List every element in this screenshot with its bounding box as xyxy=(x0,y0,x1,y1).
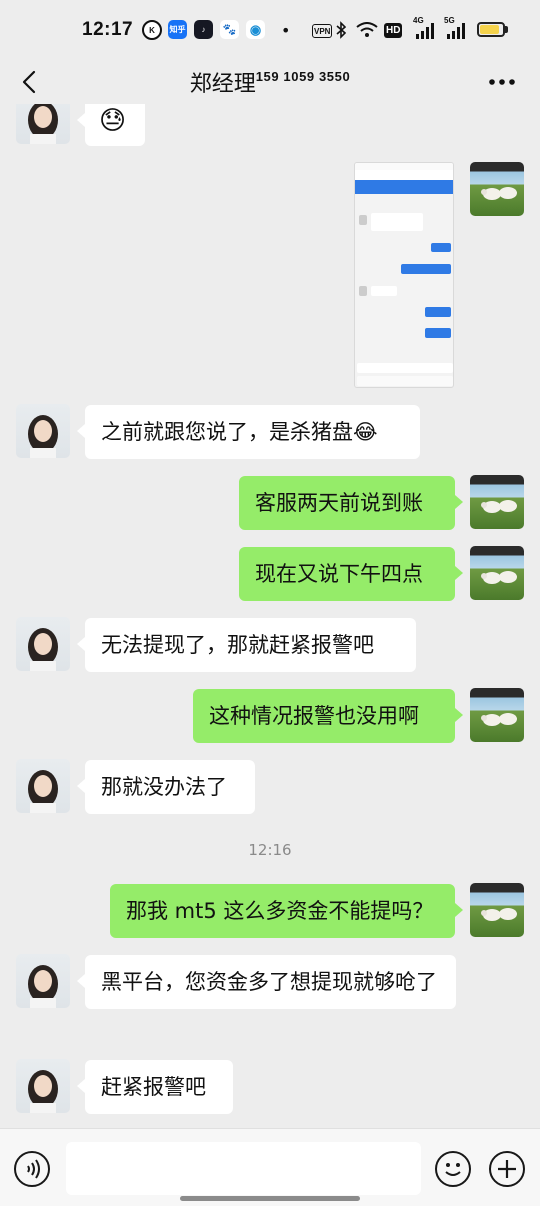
k-app-icon: K xyxy=(142,20,162,40)
wifi-icon xyxy=(356,20,378,40)
shot-avatar xyxy=(359,215,367,225)
avatar-woman-icon xyxy=(28,965,58,1008)
hd-icon: HD xyxy=(384,23,403,38)
avatar-sheep-icon xyxy=(481,571,517,584)
signal-5g-icon: 5G xyxy=(444,16,468,40)
shot-msg xyxy=(401,264,451,274)
chat-title-name: 郑经理 xyxy=(189,72,256,97)
home-indicator[interactable] xyxy=(180,1196,360,1201)
message-bubble-in[interactable]: 赶紧报警吧 xyxy=(77,1060,233,1114)
baidu-icon: 🐾 xyxy=(220,20,239,39)
shot-input xyxy=(357,363,453,373)
message-bubble-in[interactable]: 之前就跟您说了，是杀猪盘😂 xyxy=(77,405,420,459)
voice-button[interactable] xyxy=(14,1151,50,1187)
avatar-woman-icon xyxy=(28,415,58,458)
avatar-sheep-icon xyxy=(481,908,517,921)
avatar-contact[interactable] xyxy=(16,1059,70,1113)
avatar-contact[interactable] xyxy=(16,404,70,458)
avatar-self[interactable] xyxy=(470,546,524,600)
vpn-icon: VPN xyxy=(312,24,333,38)
battery-icon xyxy=(477,22,505,37)
shot-status xyxy=(355,163,453,170)
avatar-woman-icon xyxy=(28,628,58,671)
signal-4g-icon: 4G xyxy=(413,16,437,40)
nav-bar: 郑经理159 1059 3550 xyxy=(0,62,540,104)
shot-msg xyxy=(371,286,397,296)
avatar-self[interactable] xyxy=(470,162,524,216)
emoji-icon xyxy=(445,1163,461,1176)
emoji-button[interactable] xyxy=(435,1151,471,1187)
avatar-woman-icon xyxy=(28,104,58,144)
avatar-contact[interactable] xyxy=(16,954,70,1008)
avatar-self[interactable] xyxy=(470,688,524,742)
message-bubble-in[interactable]: 那就没办法了 xyxy=(77,760,255,814)
zhihu-icon: 知乎 xyxy=(168,20,187,39)
message-bubble-in[interactable]: 无法提现了，那就赶紧报警吧 xyxy=(77,618,416,672)
chat-area[interactable]: 😓 之前就跟您说了，是杀猪盘😂 客服两天前说到账 现在又说下午四点 无法提现了，… xyxy=(0,104,540,1128)
avatar-sheep-icon xyxy=(481,713,517,726)
avatar-woman-icon xyxy=(28,1070,58,1113)
avatar-sheep-icon xyxy=(481,500,517,513)
shot-header xyxy=(355,170,453,180)
chat-title-phone: 159 1059 3550 xyxy=(255,69,351,84)
message-input[interactable] xyxy=(66,1142,421,1195)
shot-msg xyxy=(371,213,423,231)
browser-icon: ◉ xyxy=(246,20,265,39)
status-bar: 12:17 K 知乎 ♪ 🐾 ◉ • VPN HD 4G 5G xyxy=(0,0,540,62)
avatar-woman-icon xyxy=(28,770,58,813)
battery-tip xyxy=(505,26,508,33)
shot-msg xyxy=(425,328,451,338)
input-bar xyxy=(0,1128,540,1206)
avatar-sheep-icon xyxy=(481,187,517,200)
add-button[interactable] xyxy=(489,1151,525,1187)
message-bubble-out[interactable]: 现在又说下午四点 xyxy=(239,547,463,601)
shot-msg xyxy=(425,307,451,317)
timestamp: 12:16 xyxy=(248,841,292,859)
avatar-self[interactable] xyxy=(470,475,524,529)
more-button[interactable] xyxy=(484,70,520,94)
message-bubble-out[interactable]: 客服两天前说到账 xyxy=(239,476,463,530)
notification-dot-icon: • xyxy=(281,20,291,40)
shot-nav xyxy=(357,376,453,386)
avatar-contact[interactable] xyxy=(16,617,70,671)
message-bubble-out[interactable]: 这种情况报警也没用啊 xyxy=(193,689,463,743)
shot-msg xyxy=(431,243,451,252)
message-bubble-in[interactable]: 黑平台，您资金多了想提现就够呛了 xyxy=(77,955,456,1009)
bluetooth-icon xyxy=(336,20,346,40)
status-time: 12:17 xyxy=(82,19,134,40)
voice-icon xyxy=(27,1159,40,1179)
shot-avatar xyxy=(359,286,367,296)
signal-4g-label: 4G xyxy=(413,16,424,25)
more-icon xyxy=(489,79,515,85)
avatar-contact[interactable] xyxy=(16,104,70,144)
message-bubble-out[interactable]: 那我 mt5 这么多资金不能提吗？ xyxy=(110,884,463,938)
message-bubble-in[interactable]: 😓 xyxy=(77,104,145,146)
message-image-screenshot[interactable] xyxy=(354,162,454,388)
signal-5g-label: 5G xyxy=(444,16,455,25)
avatar-self[interactable] xyxy=(470,883,524,937)
douyin-icon: ♪ xyxy=(194,20,213,39)
plus-icon xyxy=(498,1160,516,1178)
avatar-contact[interactable] xyxy=(16,759,70,813)
chat-title: 郑经理159 1059 3550 xyxy=(0,66,540,98)
shot-title-bar xyxy=(355,180,453,194)
